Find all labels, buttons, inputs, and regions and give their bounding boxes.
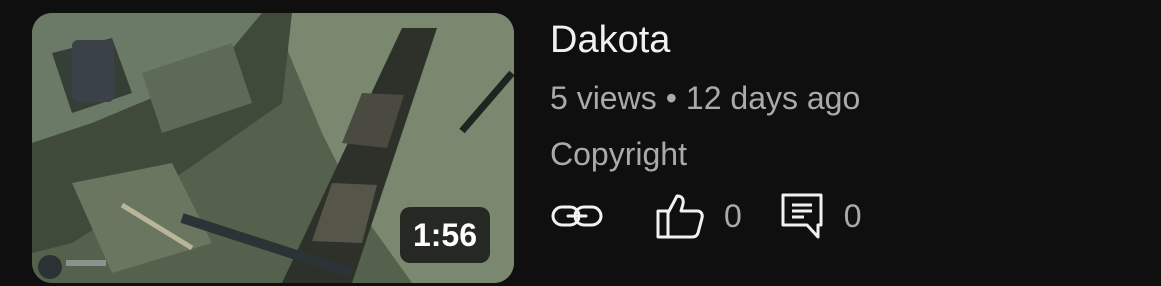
comment-icon [780,192,824,240]
metadata-separator: • [665,80,677,116]
like-count: 0 [724,197,742,234]
video-thumbnail[interactable]: 1:56 [32,13,514,283]
video-metadata: 5 views • 12 days ago [550,78,1130,118]
comments-button[interactable]: 0 [780,192,862,240]
like-button[interactable]: 0 [656,193,742,239]
upload-age: 12 days ago [685,80,861,116]
comment-count: 0 [843,197,862,234]
thumbs-up-icon [656,193,704,239]
video-actions: 0 0 [550,190,862,242]
video-info: Dakota 5 views • 12 days ago Copyright [550,18,1130,174]
copyright-label[interactable]: Copyright [550,134,1130,174]
video-duration-badge: 1:56 [399,207,490,263]
copy-link-button[interactable] [550,199,604,233]
link-icon [550,199,604,233]
view-count: 5 views [550,80,657,116]
video-list-item[interactable]: 1:56 Dakota 5 views • 12 days ago Copyrigh… [0,0,1161,286]
video-title[interactable]: Dakota [550,18,1130,62]
